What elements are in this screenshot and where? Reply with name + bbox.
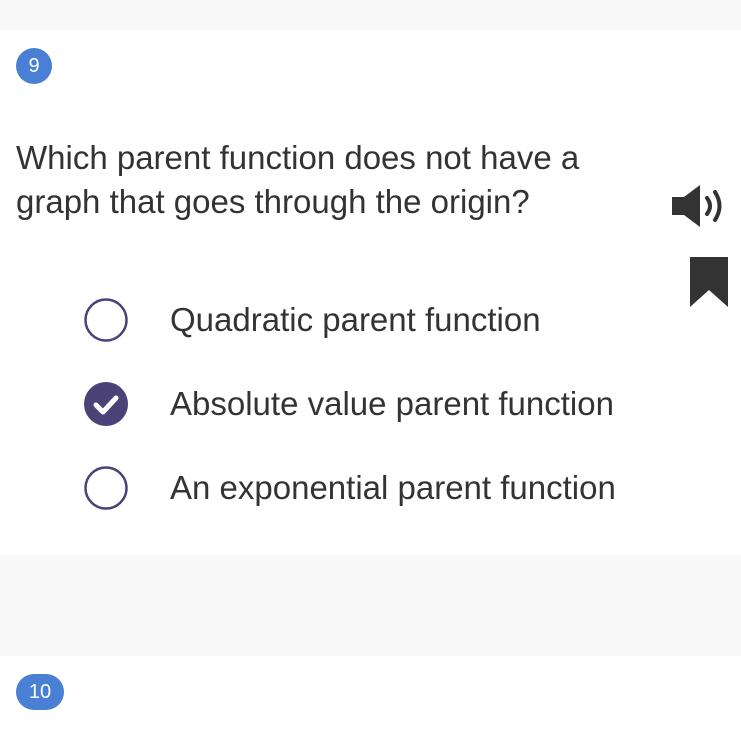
speaker-icon[interactable] (670, 183, 730, 229)
next-question-card: 10 (0, 656, 741, 740)
question-card: 9 Which parent function does not have a … (0, 30, 741, 555)
radio-unselected-icon[interactable] (84, 466, 128, 510)
answer-option-1[interactable]: Quadratic parent function (80, 290, 700, 350)
answer-option-2[interactable]: Absolute value parent function (80, 374, 700, 434)
radio-unselected-icon[interactable] (84, 298, 128, 342)
question-text: Which parent function does not have a gr… (16, 139, 580, 220)
answer-option-3[interactable]: An exponential parent function (80, 458, 700, 518)
check-icon[interactable] (84, 382, 128, 426)
answer-option-label: An exponential parent function (170, 469, 616, 506)
answer-option-label: Absolute value parent function (170, 385, 614, 422)
question-number-badge: 10 (16, 674, 64, 710)
answer-option-label: Quadratic parent function (170, 301, 541, 338)
question-number-badge: 9 (16, 48, 52, 84)
